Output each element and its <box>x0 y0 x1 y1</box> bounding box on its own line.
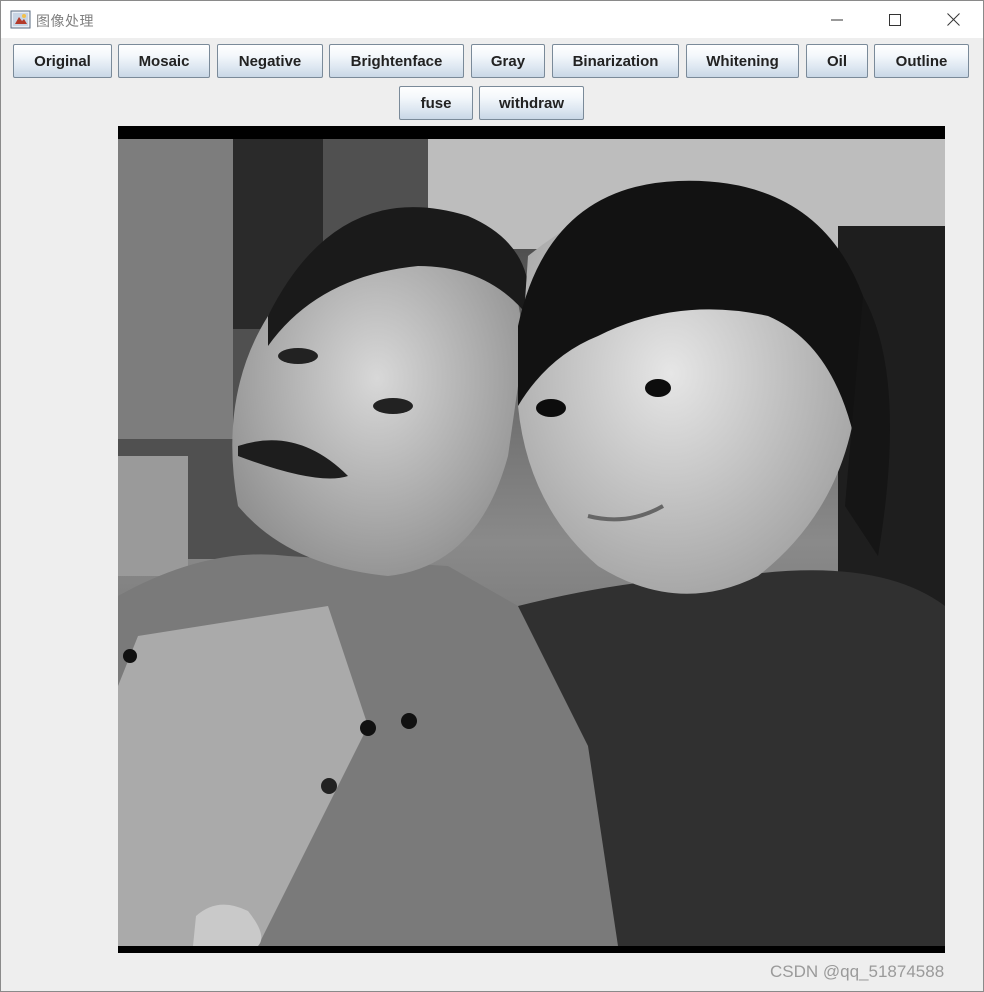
toolbar-row-1: Original Mosaic Negative Brightenface Gr… <box>1 44 983 78</box>
java-app-icon <box>10 10 31 29</box>
image-display <box>118 126 945 953</box>
window-title: 图像处理 <box>36 14 94 30</box>
watermark-text: CSDN @qq_51874588 <box>770 962 945 981</box>
outline-button[interactable]: Outline <box>874 44 969 78</box>
mosaic-button[interactable]: Mosaic <box>118 44 210 78</box>
maximize-icon <box>889 13 901 26</box>
oil-button[interactable]: Oil <box>806 44 868 78</box>
fuse-button[interactable]: fuse <box>399 86 473 120</box>
negative-button[interactable]: Negative <box>217 44 323 78</box>
brightenface-button[interactable]: Brightenface <box>329 44 464 78</box>
whitening-button[interactable]: Whitening <box>686 44 799 78</box>
close-button[interactable] <box>925 1 981 38</box>
original-button[interactable]: Original <box>13 44 112 78</box>
title-bar[interactable]: 图像处理 <box>1 1 983 38</box>
app-window: 图像处理 Original Mosaic Negative Brightenfa… <box>0 0 984 992</box>
maximize-button[interactable] <box>867 1 923 38</box>
toolbar-row-2: fuse withdraw <box>1 86 983 120</box>
close-icon <box>946 13 960 26</box>
binarization-button[interactable]: Binarization <box>552 44 679 78</box>
withdraw-button[interactable]: withdraw <box>479 86 584 120</box>
minimize-icon <box>831 19 843 20</box>
gray-button[interactable]: Gray <box>471 44 545 78</box>
grayscale-photo <box>118 139 945 946</box>
minimize-button[interactable] <box>809 1 865 38</box>
